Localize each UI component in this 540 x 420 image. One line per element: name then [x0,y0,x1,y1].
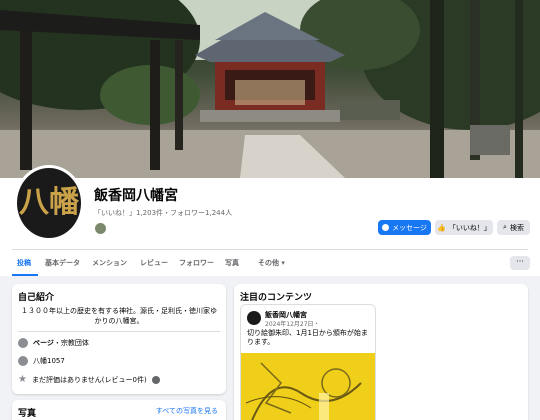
message-button-label: メッセージ [392,223,427,232]
page-type-value: ・宗教団体 [53,339,89,347]
message-button[interactable]: メッセージ [378,220,431,235]
tabs-divider [12,249,528,250]
cover-photo[interactable] [0,0,540,178]
messenger-icon [382,224,390,231]
address-row: 八幡1057 [18,356,65,366]
more-options-button[interactable]: ··· [510,256,530,270]
thumbs-up-icon: 👍 [437,223,446,232]
search-icon: ⌕ [503,223,507,231]
tab-mentions[interactable]: メンション [92,258,127,268]
photos-title: 写真 [18,409,37,419]
tab-about[interactable]: 基本データ [45,258,80,268]
search-button-label: 検索 [509,223,524,232]
post-author-avatar[interactable] [247,311,261,325]
featured-card: 注目のコンテンツ 飯香岡八幡宮 2024年12月27日・ 切り絵御朱印、1月1日… [234,284,528,420]
profile-picture[interactable]: 八幡 [14,165,84,241]
location-pin-icon [18,356,28,366]
like-button-label: 「いいね！」 [448,223,491,232]
tab-reviews[interactable]: レビュー [140,258,168,268]
post-text: 切り絵御朱印、1月1日から頒布が始まります。 [247,329,368,346]
post-date[interactable]: 2024年12月27日・ [265,319,320,328]
post-image[interactable] [241,353,375,420]
tab-more[interactable]: その他 ▾ [258,258,285,268]
featured-post[interactable]: 飯香岡八幡宮 2024年12月27日・ 切り絵御朱印、1月1日から頒布が始まりま… [240,304,376,420]
tab-photos[interactable]: 写真 [225,258,239,268]
intro-description: １３００年以上の歴史を有する神社。源氏・足利氏・徳川家ゆかりの八幡宮。 [21,307,217,325]
search-button[interactable]: ⌕ 検索 [497,220,530,235]
featured-title: 注目のコンテンツ [240,293,313,303]
page-type-row: ページ ・宗教団体 [18,338,89,348]
tab-posts[interactable]: 投稿 [17,258,31,268]
photos-card: 写真 すべての写真を見る [12,400,226,420]
rating-text: まだ評価はありません(レビュー0件) [31,375,147,384]
page-type-label: ページ [33,339,54,347]
intro-divider [18,331,220,332]
address-text: 八幡1057 [33,357,65,365]
intro-card: 自己紹介 １３００年以上の歴史を有する神社。源氏・足利氏・徳川家ゆかりの八幡宮。… [12,284,226,394]
page-stats[interactable]: 「いいね！」1,203件・フォロワー1,244人 [94,208,232,218]
page-title: 飯香岡八幡宮 [94,188,178,204]
like-button[interactable]: 👍 「いいね！」 [435,220,493,235]
crest-emblem: 八幡 [19,185,79,220]
see-all-photos-link[interactable]: すべての写真を見る [156,406,218,416]
info-circle-icon[interactable] [151,375,160,384]
active-tab-indicator [12,274,38,276]
info-icon [18,338,28,348]
intro-title: 自己紹介 [18,293,55,303]
star-icon: ★ [18,374,27,385]
friend-avatar[interactable] [94,222,107,235]
rating-row: ★ まだ評価はありません(レビュー0件) [18,374,160,385]
tab-followers[interactable]: フォロワー [179,258,214,268]
